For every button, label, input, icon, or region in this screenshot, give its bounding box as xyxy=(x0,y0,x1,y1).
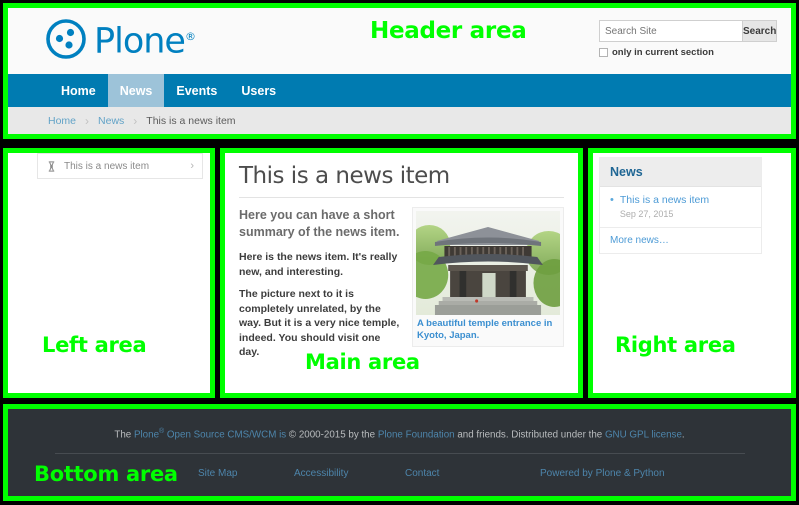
footer-link-site-map[interactable]: Site Map xyxy=(198,468,294,479)
nav-item-users[interactable]: Users xyxy=(229,74,288,107)
search-row: Search xyxy=(599,20,778,42)
plone-link[interactable]: Plone xyxy=(134,429,159,440)
left-portlet-item-label: This is a news item xyxy=(64,160,150,172)
search-input[interactable] xyxy=(599,20,742,42)
breadcrumb: Home › News › This is a news item xyxy=(8,107,791,134)
page-title: This is a news item xyxy=(239,161,564,198)
breadcrumb-separator-icon: › xyxy=(85,113,90,128)
right-area-frame: News • This is a news item Sep 27, 2015 … xyxy=(588,148,796,398)
breadcrumb-item-home[interactable]: Home xyxy=(48,115,76,127)
nav-item-events[interactable]: Events xyxy=(164,74,229,107)
news-portlet-item-date: Sep 27, 2015 xyxy=(619,209,674,219)
bullet-icon: • xyxy=(610,194,614,206)
search-scope-row[interactable]: only in current section xyxy=(599,47,763,58)
nav-item-news[interactable]: News xyxy=(107,74,165,107)
footer-link-contact[interactable]: Contact xyxy=(405,468,540,479)
news-portlet-item[interactable]: • This is a news item Sep 27, 2015 xyxy=(600,187,761,228)
chevron-right-icon: › xyxy=(190,160,194,172)
gnu-gpl-license-link[interactable]: GNU GPL license xyxy=(605,429,682,440)
annotation-main-area: Main area xyxy=(305,350,420,374)
footer-copyright: The Plone® Open Source CMS/WCM is © 2000… xyxy=(8,425,791,442)
copy-mid2: and friends. Distributed under the xyxy=(454,429,605,441)
news-portlet-title[interactable]: News xyxy=(600,158,761,187)
copy-end: . xyxy=(681,429,685,441)
news-portlet-more-link[interactable]: More news… xyxy=(600,228,761,253)
news-portlet-item-body: This is a news item Sep 27, 2015 xyxy=(620,194,709,219)
breadcrumb-item-news[interactable]: News xyxy=(98,115,124,127)
left-area-frame: This is a news item › xyxy=(3,148,215,398)
annotation-left-area: Left area xyxy=(42,333,147,357)
only-current-section-label: only in current section xyxy=(612,47,714,58)
news-portlet-item-title[interactable]: This is a news item xyxy=(620,194,709,207)
footer-divider xyxy=(54,453,745,455)
plone-logo-icon xyxy=(46,19,86,60)
logo-wordmark: Plone® xyxy=(94,21,196,62)
figure-caption: A beautiful temple entrance in Kyoto, Ja… xyxy=(417,318,553,341)
footer-link-powered-by[interactable]: Powered by Plone & Python xyxy=(540,468,665,479)
annotation-bottom-area: Bottom area xyxy=(34,462,178,486)
search-button[interactable]: Search xyxy=(742,20,778,42)
logo-registered-mark: ® xyxy=(184,30,196,43)
annotation-header-area: Header area xyxy=(370,18,527,44)
nav-item-home[interactable]: Home xyxy=(49,74,108,107)
news-item-icon xyxy=(48,160,55,172)
screenshot-root: Plone® Search only in current section Ho… xyxy=(0,0,799,505)
breadcrumb-current: This is a news item xyxy=(146,114,236,127)
left-portlet-navigation[interactable]: This is a news item › xyxy=(37,153,203,179)
main-navigation: Home News Events Users xyxy=(8,74,791,107)
bottom-area-frame: The Plone® Open Source CMS/WCM is © 2000… xyxy=(3,404,796,501)
news-portlet: News • This is a news item Sep 27, 2015 … xyxy=(599,157,762,254)
annotation-right-area: Right area xyxy=(615,333,736,357)
temple-gate-photo xyxy=(416,211,560,315)
site-search: Search only in current section xyxy=(599,20,778,58)
news-figure: A beautiful temple entrance in Kyoto, Ja… xyxy=(412,207,564,347)
only-current-section-checkbox[interactable] xyxy=(599,48,608,57)
breadcrumb-separator-icon: › xyxy=(133,113,138,128)
document-body: A beautiful temple entrance in Kyoto, Ja… xyxy=(239,207,564,360)
copyright-icon: © xyxy=(288,429,297,441)
site-logo[interactable]: Plone® xyxy=(45,16,196,63)
copy-years: 2000-2015 by the xyxy=(296,429,378,441)
footer-link-accessibility[interactable]: Accessibility xyxy=(294,468,405,479)
copy-prefix: The xyxy=(114,429,134,441)
open-source-cms-link[interactable]: Open Source CMS/WCM is xyxy=(164,429,289,440)
plone-foundation-link[interactable]: Plone Foundation xyxy=(378,429,455,440)
